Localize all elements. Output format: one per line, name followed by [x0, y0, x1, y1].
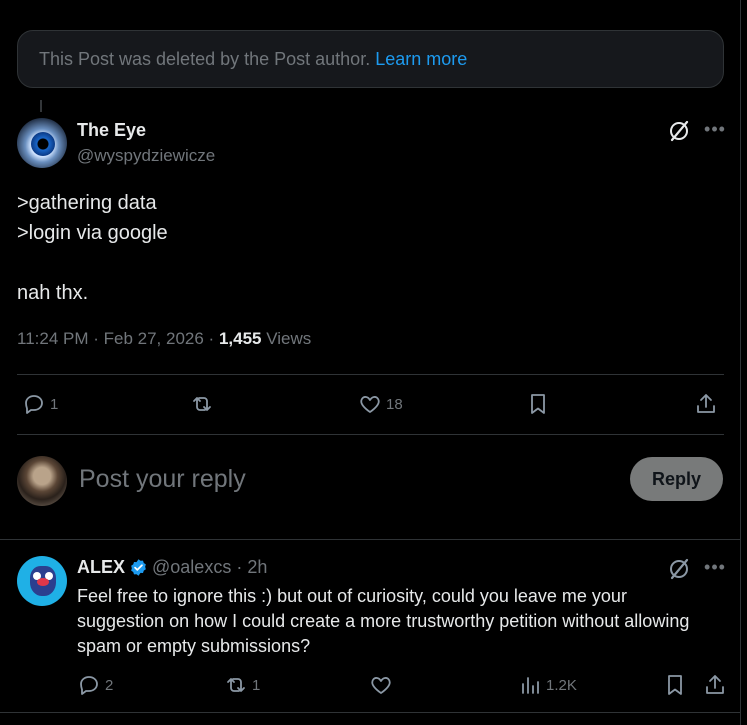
reply-icon [80, 676, 98, 695]
reply-action[interactable]: 2 [77, 673, 113, 697]
reply-text: Feel free to ignore this :) but out of c… [77, 586, 690, 656]
views-count: 1.2K [546, 676, 577, 694]
reply-header: ALEX @oalexcs · 2h [77, 557, 268, 578]
share-icon [697, 394, 715, 413]
bookmark-action[interactable] [663, 673, 687, 697]
reply-button[interactable]: Reply [630, 457, 723, 501]
bookmark-icon [668, 675, 682, 695]
bookmark-action[interactable] [526, 392, 550, 416]
analytics-icon [522, 677, 539, 694]
grok-icon[interactable] [666, 118, 692, 144]
like-action[interactable] [369, 673, 397, 697]
deleted-post-notice: This Post was deleted by the Post author… [17, 30, 724, 88]
deleted-notice-text: This Post was deleted by the Post author… [39, 48, 371, 69]
learn-more-link[interactable]: Learn more [375, 49, 467, 70]
share-icon [706, 675, 724, 694]
reply-time[interactable]: 2h [247, 557, 267, 578]
reply-author-handle[interactable]: @oalexcs [152, 557, 231, 578]
divider [17, 434, 724, 435]
like-count: 18 [386, 395, 403, 413]
post-meta: 11:24 PM · Feb 27, 2026 · 1,455 Views [17, 329, 312, 348]
post-time[interactable]: 11:24 PM [17, 329, 89, 348]
reply-action[interactable]: 1 [22, 392, 58, 416]
views-count: 1,455 [218, 329, 262, 348]
post-text: >gathering data >login via google nah th… [17, 192, 168, 304]
reply-author-name[interactable]: ALEX [77, 557, 125, 578]
avatar[interactable] [17, 456, 67, 506]
avatar[interactable] [17, 118, 67, 168]
reply-input[interactable]: Post your reply [79, 465, 246, 494]
like-action[interactable]: 18 [358, 392, 403, 416]
avatar[interactable] [17, 556, 67, 606]
divider [0, 712, 741, 713]
reply-icon [25, 395, 43, 414]
bookmark-icon [531, 394, 545, 414]
repost-action[interactable]: 1 [224, 673, 260, 697]
verified-badge-icon [131, 559, 146, 576]
more-options-icon[interactable]: ••• [702, 118, 728, 144]
column-border [740, 0, 741, 725]
reply-count: 2 [105, 676, 114, 694]
grok-icon[interactable] [666, 556, 692, 582]
repost-action[interactable] [190, 392, 218, 416]
repost-icon [227, 678, 245, 692]
divider [0, 539, 741, 540]
heart-icon [360, 396, 380, 413]
views-label: Views [266, 329, 312, 348]
heart-icon [371, 677, 391, 694]
reply-count: 1 [50, 395, 59, 413]
repost-icon [193, 397, 211, 411]
author-handle[interactable]: @wyspydziewicze [77, 146, 215, 166]
share-action[interactable] [694, 392, 718, 416]
views-action[interactable]: 1.2K [518, 673, 577, 697]
share-action[interactable] [703, 673, 727, 697]
repost-count: 1 [252, 676, 261, 694]
author-name[interactable]: The Eye [77, 120, 146, 141]
post-date[interactable]: Feb 27, 2026 [104, 329, 204, 348]
divider [17, 374, 724, 375]
more-options-icon[interactable]: ••• [702, 556, 728, 582]
thread-connector [40, 100, 42, 112]
